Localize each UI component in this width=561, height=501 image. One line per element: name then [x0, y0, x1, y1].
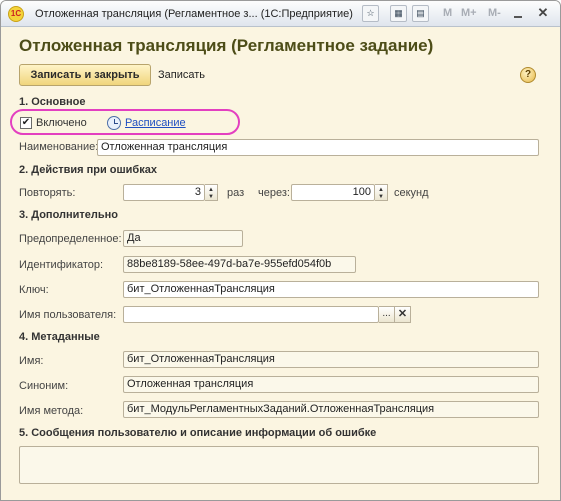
username-field[interactable] [123, 306, 379, 323]
interval-stepper[interactable]: ▲ ▼ [375, 184, 388, 201]
title-bar[interactable]: 1C Отложенная трансляция (Регламентное з… [1, 1, 560, 27]
repeat-count-field[interactable]: 3 [123, 184, 205, 201]
predefined-field: Да [123, 230, 243, 247]
section-basic-heading: 1. Основное [19, 96, 86, 108]
enabled-label[interactable]: Включено [36, 117, 87, 129]
minimize-icon[interactable] [510, 6, 526, 22]
method-name-label: Имя метода: [19, 405, 84, 417]
repeat-label: Повторять: [19, 187, 76, 199]
predefined-label: Предопределенное: [19, 233, 122, 245]
key-field[interactable]: бит_ОтложеннаяТрансляция [123, 281, 539, 298]
synonym-label: Синоним: [19, 380, 69, 392]
identifier-field: 88be8189-58ee-497d-ba7e-955efd054f0b [123, 256, 356, 273]
save-and-close-button[interactable]: Записать и закрыть [19, 64, 151, 86]
username-select-button[interactable]: ... [379, 306, 395, 323]
calculator-icon[interactable]: ▦ [390, 5, 407, 22]
window-title: Отложенная трансляция (Регламентное з...… [35, 8, 353, 20]
meta-name-field: бит_ОтложеннаяТрансляция [123, 351, 539, 368]
close-icon[interactable]: ✕ [534, 5, 552, 22]
form-window: 1C Отложенная трансляция (Регламентное з… [0, 0, 561, 501]
name-field[interactable]: Отложенная трансляция [97, 139, 539, 156]
enabled-checkbox[interactable]: ✔ [20, 117, 32, 129]
save-button[interactable]: Записать [158, 64, 205, 86]
form-title: Отложенная трансляция (Регламентное зада… [19, 36, 434, 55]
messages-textarea[interactable] [19, 446, 539, 484]
calendar-icon[interactable]: ▤ [412, 5, 429, 22]
name-label: Наименование: [19, 141, 99, 153]
times-label: раз [227, 187, 245, 199]
memory-minus-button[interactable]: M- [488, 7, 501, 19]
interval-label: через: [258, 187, 290, 199]
username-clear-icon[interactable]: ✕ [395, 306, 411, 323]
favorites-star-icon[interactable]: ☆ [362, 5, 379, 22]
help-icon[interactable]: ? [520, 67, 536, 83]
schedule-link[interactable]: Расписание [125, 117, 186, 129]
schedule-clock-icon[interactable] [107, 116, 121, 130]
memory-m-button[interactable]: M [443, 7, 452, 19]
memory-plus-button[interactable]: M+ [461, 7, 477, 19]
seconds-label: секунд [394, 187, 429, 199]
repeat-count-stepper[interactable]: ▲ ▼ [205, 184, 218, 201]
identifier-label: Идентификатор: [19, 259, 104, 271]
meta-name-label: Имя: [19, 355, 44, 367]
username-label: Имя пользователя: [19, 309, 117, 321]
key-label: Ключ: [19, 284, 49, 296]
synonym-field: Отложенная трансляция [123, 376, 539, 393]
app-logo-icon[interactable]: 1C [8, 6, 24, 22]
interval-field[interactable]: 100 [291, 184, 375, 201]
section-messages-heading: 5. Сообщения пользователю и описание инф… [19, 427, 377, 439]
method-name-field: бит_МодульРегламентныхЗаданий.Отложенная… [123, 401, 539, 418]
section-metadata-heading: 4. Метаданные [19, 331, 100, 343]
section-extra-heading: 3. Дополнительно [19, 209, 119, 221]
section-errors-heading: 2. Действия при ошибках [19, 164, 157, 176]
